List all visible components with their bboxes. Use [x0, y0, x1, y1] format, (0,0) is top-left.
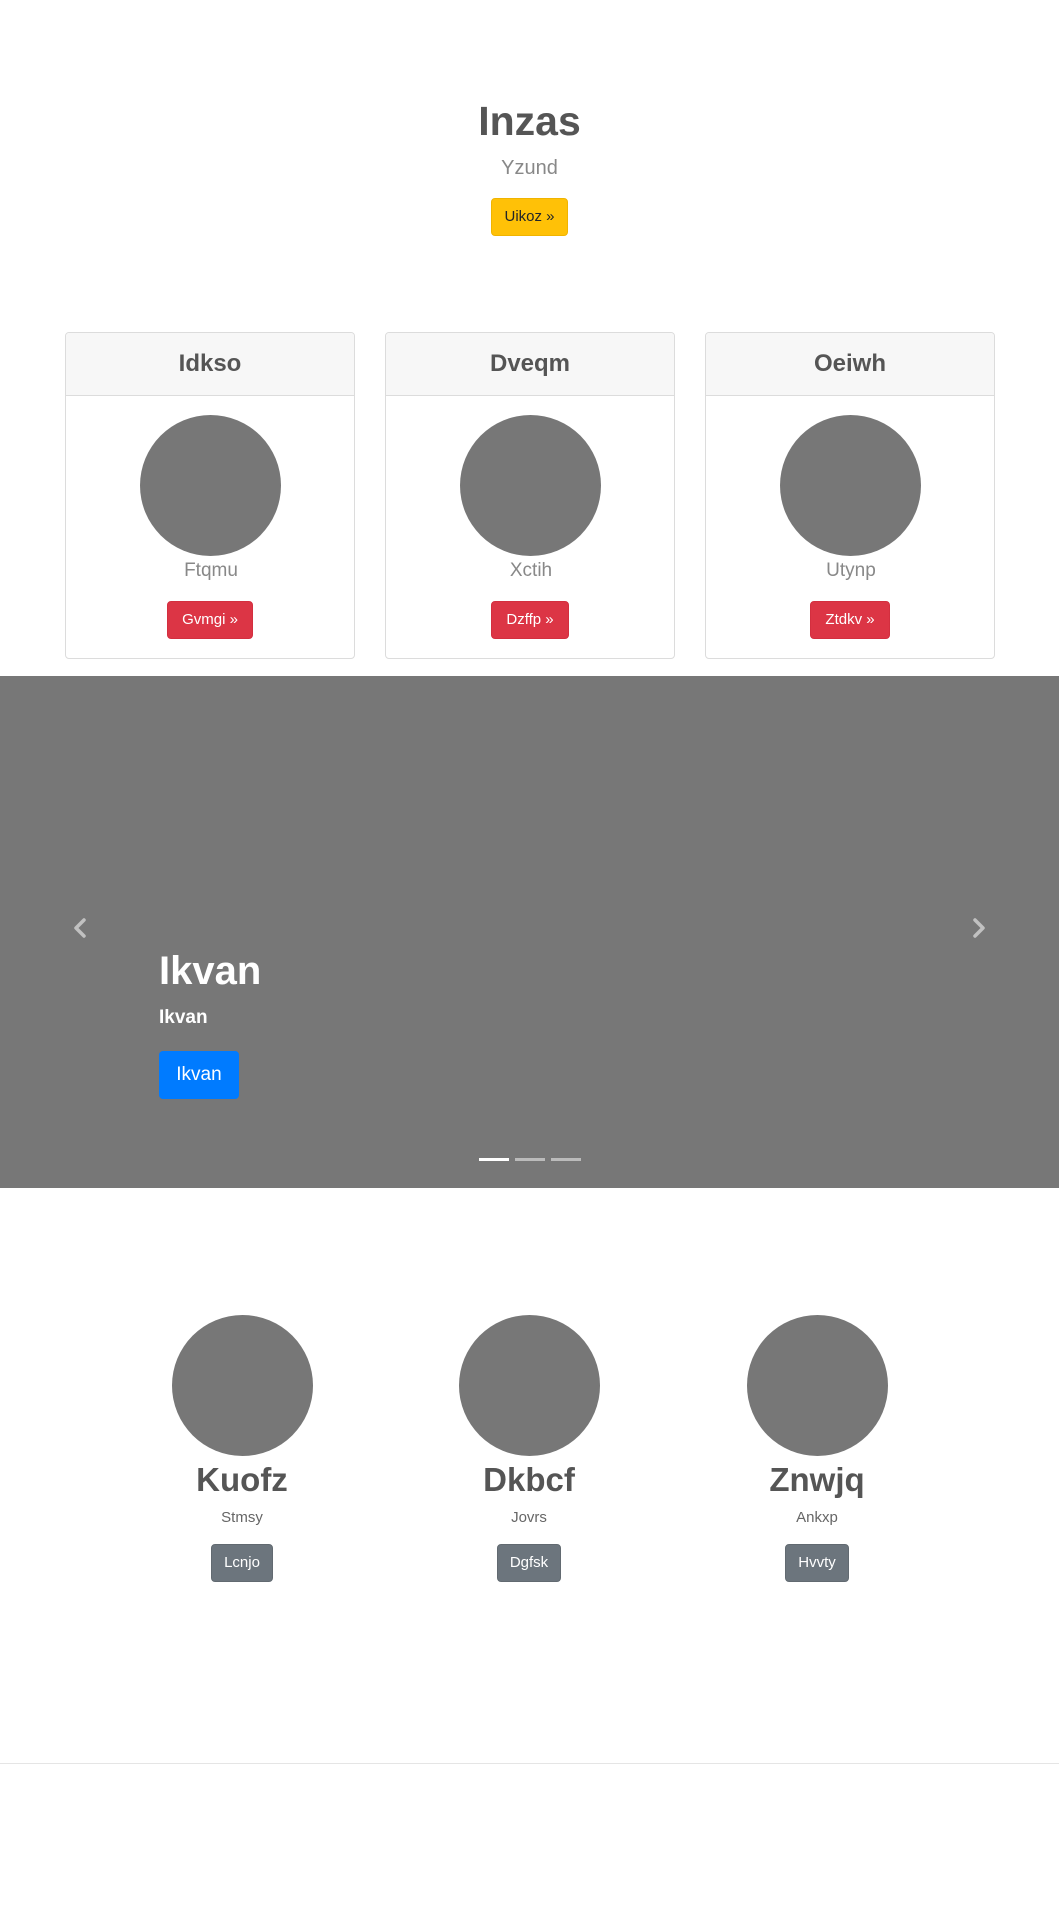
- card-image-placeholder: [460, 415, 601, 556]
- feature-text: Ankxp: [796, 1509, 838, 1526]
- feature-2: Dkbcf Jovrs Dgfsk: [404, 1315, 654, 1582]
- card-text: Utynp: [826, 560, 876, 581]
- carousel-indicator-1[interactable]: [478, 1158, 509, 1161]
- feature-text: Stmsy: [221, 1509, 263, 1526]
- card-image-placeholder: [140, 415, 281, 556]
- hero-cta-button[interactable]: Uikoz »: [491, 198, 568, 236]
- carousel-indicator-3[interactable]: [550, 1158, 581, 1161]
- card-button[interactable]: Ztdkv »: [810, 601, 890, 639]
- card-text: Ftqmu: [184, 560, 238, 581]
- hero-title: Inzas: [478, 98, 581, 144]
- feature-1: Kuofz Stmsy Lcnjo: [117, 1315, 367, 1582]
- card-text: Xctih: [509, 560, 553, 581]
- feature-text: Jovrs: [511, 1509, 547, 1526]
- carousel-caption-title: Ikvan: [159, 949, 262, 993]
- chevron-left-icon: [74, 918, 86, 938]
- carousel: Ikvan Ikvan Ikvan: [0, 676, 1059, 1188]
- carousel-prev-button[interactable]: [65, 908, 95, 948]
- carousel-caption-text: Ikvan: [159, 1007, 208, 1028]
- feature-title: Dkbcf: [483, 1461, 575, 1498]
- card-button[interactable]: Dzffp »: [491, 601, 569, 639]
- card-image-placeholder: [780, 415, 921, 556]
- feature-title: Znwjq: [769, 1461, 865, 1498]
- carousel-indicators: [0, 1158, 1059, 1161]
- carousel-indicator-2[interactable]: [514, 1158, 545, 1161]
- carousel-cta-button[interactable]: Ikvan: [159, 1051, 239, 1099]
- feature-image-placeholder: [458, 1315, 600, 1456]
- feature-image-placeholder: [171, 1315, 313, 1456]
- feature-image-placeholder: [746, 1315, 888, 1456]
- card-1: Idkso Ftqmu Gvmgi »: [65, 332, 355, 659]
- card-3: Oeiwh Utynp Ztdkv »: [705, 332, 995, 659]
- feature-3: Znwjq Ankxp Hvvty: [692, 1315, 942, 1582]
- footer-divider: [0, 1763, 1059, 1764]
- hero-subtitle: Yzund: [501, 157, 558, 179]
- card-2: Dveqm Xctih Dzffp »: [385, 332, 675, 659]
- card-button[interactable]: Gvmgi »: [167, 601, 253, 639]
- feature-button[interactable]: Hvvty: [785, 1544, 849, 1582]
- feature-button[interactable]: Dgfsk: [496, 1544, 562, 1582]
- feature-title: Kuofz: [196, 1461, 288, 1498]
- card-header: Dveqm: [386, 333, 674, 396]
- carousel-next-button[interactable]: [964, 908, 994, 948]
- chevron-right-icon: [973, 918, 985, 938]
- card-header: Idkso: [66, 333, 354, 396]
- feature-button[interactable]: Lcnjo: [211, 1544, 273, 1582]
- card-header: Oeiwh: [706, 333, 994, 396]
